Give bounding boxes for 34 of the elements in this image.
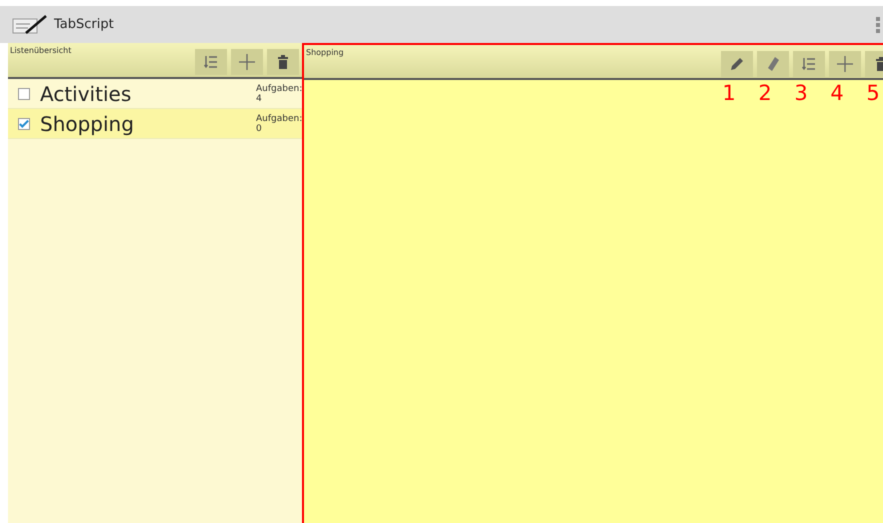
pencil-icon	[730, 57, 744, 71]
annotation-number: 1	[721, 80, 737, 106]
sort-icon	[204, 55, 218, 69]
trash-icon	[876, 57, 883, 71]
count-value: 0	[256, 124, 263, 134]
list-name: Shopping	[40, 112, 135, 136]
edit-button[interactable]	[721, 51, 753, 77]
sort-icon	[802, 57, 816, 71]
list-row[interactable]: Shopping Aufgaben: 0	[8, 109, 302, 139]
count-label: Aufgaben:	[256, 84, 302, 94]
annotation-number: 4	[829, 80, 845, 106]
tag-icon	[767, 57, 779, 71]
sort-button[interactable]	[195, 49, 227, 75]
panel-title: Shopping	[306, 48, 344, 57]
sort-button[interactable]	[793, 51, 825, 77]
add-button[interactable]	[829, 51, 861, 77]
plus-icon	[239, 54, 255, 70]
annotation-number: 3	[793, 80, 809, 106]
count-label: Aufgaben:	[256, 114, 302, 124]
overflow-menu-icon[interactable]	[876, 16, 880, 32]
plus-icon	[837, 56, 853, 72]
app-logo-icon	[12, 14, 48, 34]
panel-title: Listenübersicht	[10, 46, 72, 55]
tag-button[interactable]	[757, 51, 789, 77]
add-button[interactable]	[231, 49, 263, 75]
count-value: 4	[256, 94, 263, 104]
list-name: Activities	[40, 82, 132, 106]
annotation-number: 5	[865, 80, 881, 106]
app-title: TabScript	[54, 17, 114, 32]
checkbox[interactable]	[18, 118, 30, 130]
annotation-number: 2	[757, 80, 773, 106]
trash-icon	[278, 55, 288, 69]
delete-button[interactable]	[267, 49, 299, 75]
checkbox[interactable]	[18, 88, 30, 100]
